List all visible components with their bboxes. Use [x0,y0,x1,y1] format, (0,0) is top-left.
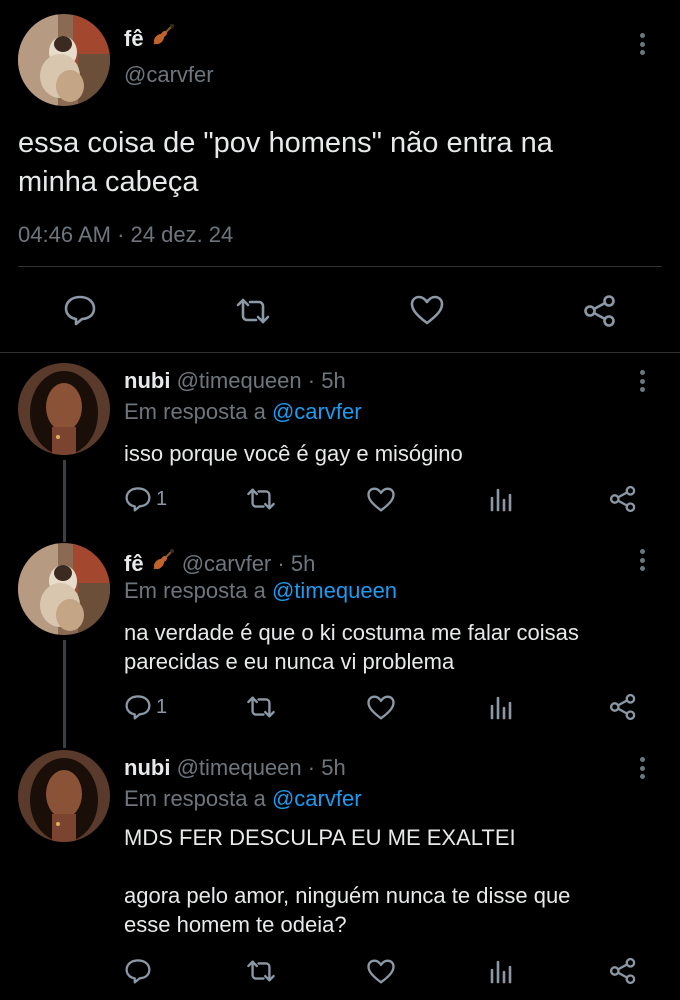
display-name[interactable]: fê [124,551,144,576]
like-button[interactable] [366,958,396,985]
reply-count: 1 [156,487,168,510]
more-options-icon[interactable] [632,754,652,782]
retweet-button[interactable] [245,694,277,720]
analytics-button[interactable] [488,694,514,720]
avatar[interactable] [18,14,110,106]
analytics-icon [490,696,512,720]
violin-emoji-icon [150,22,176,54]
violin-emoji-icon [150,547,176,579]
display-name[interactable]: nubi [124,368,170,393]
heart-icon [367,959,395,984]
thread-line [63,640,66,748]
retweet-icon [236,298,270,324]
speech-bubble-icon [64,295,96,326]
reply-count: 1 [156,695,168,718]
like-button[interactable] [366,694,396,721]
retweet-icon [247,960,275,982]
divider [18,266,662,267]
analytics-icon [490,960,512,984]
timestamp: · 5h [277,551,316,576]
more-options-icon[interactable] [632,30,652,58]
retweet-button[interactable] [245,486,277,512]
speech-bubble-icon [125,959,151,984]
avatar[interactable] [18,543,110,635]
speech-bubble-icon [125,695,151,720]
share-icon [609,957,636,985]
more-options-icon[interactable] [632,367,652,395]
analytics-button[interactable] [488,486,514,512]
reply-context: Em resposta a @carvfer [124,399,362,424]
avatar[interactable] [18,363,110,455]
share-icon [584,295,615,327]
more-options-icon[interactable] [632,546,652,574]
avatar[interactable] [18,750,110,842]
reply-context: Em resposta a @timequeen [124,578,398,603]
handle[interactable]: @timequeen [177,368,302,393]
tweet-text: essa coisa de "pov homens" não entra na … [18,127,553,198]
like-button[interactable] [409,294,445,326]
retweet-button[interactable] [245,958,277,984]
share-icon [609,485,636,513]
analytics-icon [490,488,512,512]
reply-button[interactable] [63,294,97,326]
display-name[interactable]: fê [124,26,144,51]
tweet-text: na verdade é que o ki costuma me falar c… [124,620,579,674]
tweet-text: MDS FER DESCULPA EU ME EXALTEI agora pel… [124,825,571,937]
share-button[interactable] [582,294,618,328]
retweet-icon [247,696,275,718]
share-button[interactable] [608,957,638,985]
handle[interactable]: @carvfer [182,551,272,576]
reply-button[interactable]: 1 [124,694,167,720]
handle[interactable]: @timequeen [177,755,302,780]
timestamp: · 5h [307,755,346,780]
retweet-icon [247,488,275,510]
heart-icon [367,487,395,512]
heart-icon [410,295,444,325]
reply-button[interactable]: 1 [124,486,167,512]
handle[interactable]: @carvfer [124,62,214,88]
timestamp: · 5h [307,368,346,393]
share-icon [609,693,636,721]
retweet-button[interactable] [234,296,272,326]
share-button[interactable] [608,485,638,513]
mention-link[interactable]: @carvfer [272,399,362,424]
share-button[interactable] [608,693,638,721]
like-button[interactable] [366,486,396,513]
reply-button[interactable] [124,958,156,984]
analytics-button[interactable] [488,958,514,984]
timestamp: 04:46 AM · 24 dez. 24 [18,222,234,247]
thread-line [63,460,66,542]
reply-context: Em resposta a @carvfer [124,786,362,811]
mention-link[interactable]: @carvfer [272,786,362,811]
tweet-text: isso porque você é gay e misógino [124,441,463,466]
speech-bubble-icon [125,487,151,512]
mention-link[interactable]: @timequeen [272,578,397,603]
display-name[interactable]: nubi [124,755,170,780]
divider [0,352,680,353]
heart-icon [367,695,395,720]
